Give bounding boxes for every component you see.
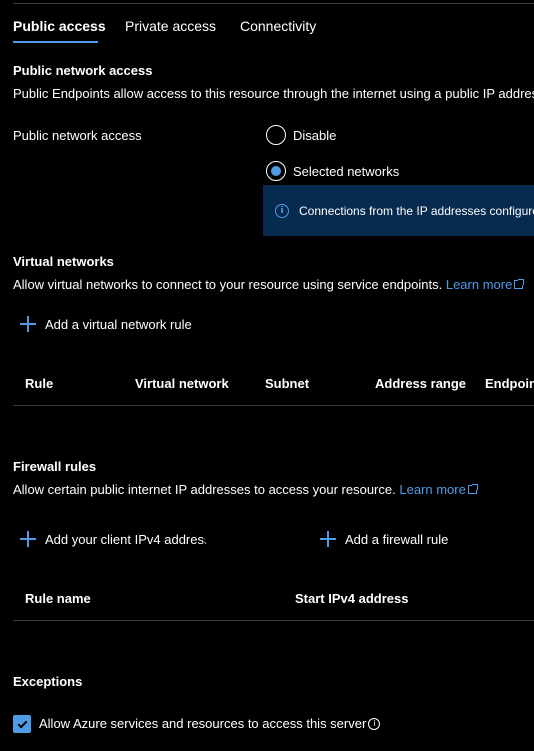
- learn-more-label: Learn more: [445, 277, 513, 292]
- radio-selected-networks[interactable]: Selected networks: [266, 161, 399, 181]
- firewall-rules-learn-more-link[interactable]: Learn more: [399, 482, 478, 497]
- public-network-title: Public network access: [13, 63, 153, 78]
- radio-disable[interactable]: Disable: [266, 125, 336, 145]
- info-icon: i: [275, 203, 289, 218]
- virtual-networks-learn-more-link[interactable]: Learn more: [445, 277, 525, 292]
- top-border: [13, 3, 534, 4]
- public-network-description: Public Endpoints allow access to this re…: [13, 86, 534, 101]
- plus-icon: [20, 316, 36, 332]
- firewall-column-start-ipv4: Start IPv4 address: [295, 591, 409, 606]
- firewall-rules-description: Allow certain public internet IP address…: [13, 482, 478, 497]
- networking-page: Public access Private access Connectivit…: [0, 0, 534, 751]
- info-icon[interactable]: i: [368, 718, 381, 730]
- redaction-mark: [211, 527, 307, 549]
- vnet-column-virtual-network: Virtual network: [135, 376, 229, 391]
- public-network-field-label: Public network access: [13, 128, 142, 143]
- active-tab-indicator: [13, 41, 98, 43]
- add-client-ipv4-button[interactable]: Add your client IPv4 address (: [20, 531, 218, 547]
- vnet-column-subnet: Subnet: [265, 376, 310, 391]
- vnet-column-rule: Rule: [25, 376, 54, 391]
- vnet-table-divider: [13, 405, 534, 406]
- firewall-rules-description-text: Allow certain public internet IP address…: [13, 482, 396, 497]
- info-message-bar: i Connections from the IP addresses conf…: [263, 185, 534, 236]
- external-link-icon: [514, 279, 525, 289]
- tab-private-access[interactable]: Private access: [125, 18, 216, 34]
- check-icon: [17, 718, 27, 728]
- add-virtual-network-rule-label: Add a virtual network rule: [45, 316, 192, 332]
- vnet-column-address-range: Address range: [375, 376, 467, 391]
- external-link-icon: [467, 484, 478, 494]
- vnet-column-endpoint: Endpoin: [485, 376, 534, 391]
- add-firewall-rule-label: Add a firewall rule: [345, 531, 449, 547]
- learn-more-label: Learn more: [399, 482, 466, 497]
- firewall-table-divider: [13, 620, 534, 621]
- allow-azure-services-text: Allow Azure services and resources to ac…: [39, 716, 367, 731]
- radio-selected-networks-label: Selected networks: [293, 163, 400, 179]
- virtual-networks-title: Virtual networks: [13, 254, 114, 269]
- radio-circle-checked[interactable]: [266, 161, 286, 181]
- add-virtual-network-rule-button[interactable]: Add a virtual network rule: [20, 316, 192, 332]
- add-client-ipv4-label: Add your client IPv4 address (: [45, 531, 219, 547]
- radio-circle[interactable]: [266, 125, 286, 145]
- info-message-text: Connections from the IP addresses config…: [299, 203, 534, 218]
- add-firewall-rule-button[interactable]: Add a firewall rule: [320, 531, 448, 547]
- plus-icon: [20, 531, 36, 547]
- firewall-rules-title: Firewall rules: [13, 459, 97, 474]
- tab-public-access[interactable]: Public access: [13, 18, 106, 34]
- tab-connectivity[interactable]: Connectivity: [240, 18, 316, 34]
- exceptions-title: Exceptions: [13, 674, 83, 689]
- virtual-networks-description-text: Allow virtual networks to connect to you…: [13, 277, 443, 292]
- allow-azure-services-label: Allow Azure services and resources to ac…: [39, 716, 381, 732]
- allow-azure-services-checkbox[interactable]: [13, 715, 31, 733]
- radio-disable-label: Disable: [293, 127, 337, 143]
- firewall-column-rule-name: Rule name: [25, 591, 91, 606]
- plus-icon: [320, 531, 336, 547]
- virtual-networks-description: Allow virtual networks to connect to you…: [13, 277, 525, 292]
